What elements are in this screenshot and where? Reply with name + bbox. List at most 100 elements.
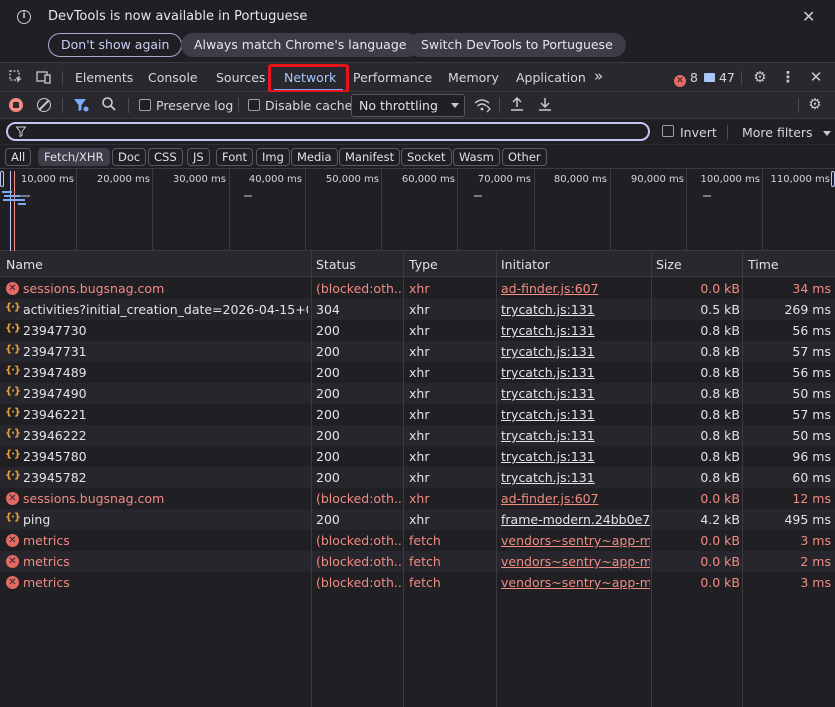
request-status: 200 [316, 323, 340, 338]
request-initiator-link[interactable]: trycatch.js:131 [501, 470, 650, 485]
tab-sources[interactable]: Sources [216, 70, 265, 85]
request-initiator-link[interactable]: trycatch.js:131 [501, 323, 650, 338]
devtools-tabbar: Elements Console Sources Network Perform… [0, 63, 835, 92]
disable-cache-checkbox[interactable] [248, 99, 260, 111]
match-language-button[interactable]: Always match Chrome's language [181, 33, 420, 57]
switch-language-button[interactable]: Switch DevTools to Portuguese [408, 33, 626, 57]
request-time: 34 ms [792, 281, 831, 296]
chip-fetch-xhr[interactable]: Fetch/XHR [38, 148, 110, 166]
table-row[interactable]: {·} activities?initial_creation_date=2026… [0, 299, 835, 320]
column-header-initiator[interactable]: Initiator [501, 257, 550, 272]
request-type: xhr [409, 449, 430, 464]
chip-media[interactable]: Media [291, 148, 338, 166]
table-row[interactable]: {·} 23946222 200 xhr trycatch.js:131 0.8 kB 50… [0, 425, 835, 446]
overview-right-handle[interactable] [831, 171, 835, 187]
chip-all[interactable]: All [5, 148, 32, 166]
chip-socket[interactable]: Socket [401, 148, 452, 166]
tab-performance[interactable]: Performance [353, 70, 432, 85]
request-status: (blocked:oth... [316, 281, 402, 296]
request-initiator-link[interactable]: vendors~sentry~app-modern [501, 575, 650, 590]
request-status: 200 [316, 365, 340, 380]
search-icon[interactable] [101, 96, 117, 112]
overview-tick-label: 60,000 ms [401, 174, 455, 185]
table-row[interactable]: {·} 23947489 200 xhr trycatch.js:131 0.8 kB 56… [0, 362, 835, 383]
request-size: 0.8 kB [700, 344, 740, 359]
table-row[interactable]: ✕ sessions.bugsnag.com (blocked:oth... xhr a… [0, 488, 835, 509]
request-initiator-link[interactable]: trycatch.js:131 [501, 344, 650, 359]
import-har-icon[interactable] [509, 96, 525, 112]
more-filters-button[interactable]: More filters [742, 125, 831, 140]
request-initiator-link[interactable]: trycatch.js:131 [501, 428, 650, 443]
invert-checkbox[interactable] [662, 125, 674, 137]
xhr-request-icon: {·} [5, 428, 21, 439]
network-settings-gear-icon[interactable]: ⚙ [807, 96, 823, 112]
column-header-name[interactable]: Name [6, 257, 43, 272]
table-row[interactable]: {·} 23947730 200 xhr trycatch.js:131 0.8 kB 56… [0, 320, 835, 341]
more-tabs-icon[interactable]: » [594, 67, 603, 85]
request-initiator-link[interactable]: trycatch.js:131 [501, 365, 650, 380]
request-time: 57 ms [792, 344, 831, 359]
table-row[interactable]: ✕ metrics (blocked:oth... fetch vendors~sent… [0, 572, 835, 593]
request-initiator-link[interactable]: trycatch.js:131 [501, 407, 650, 422]
network-overview-timeline[interactable]: 10,000 ms 20,000 ms 30,000 ms 40,000 ms … [0, 169, 835, 251]
chip-js[interactable]: JS [187, 148, 210, 166]
table-row[interactable]: {·} 23946221 200 xhr trycatch.js:131 0.8 kB 57… [0, 404, 835, 425]
chip-manifest[interactable]: Manifest [339, 148, 401, 166]
request-initiator-link[interactable]: trycatch.js:131 [501, 449, 650, 464]
error-icon: ✕ [674, 75, 686, 87]
tab-application[interactable]: Application [516, 70, 586, 85]
table-row[interactable]: ✕ sessions.bugsnag.com (blocked:oth... xhr a… [0, 278, 835, 299]
close-devtools-icon[interactable]: ✕ [808, 69, 824, 85]
stop-recording-button[interactable] [9, 98, 23, 112]
xhr-request-icon: {·} [5, 407, 21, 418]
column-header-status[interactable]: Status [316, 257, 356, 272]
xhr-request-icon: {·} [5, 512, 21, 523]
tab-elements[interactable]: Elements [75, 70, 133, 85]
network-conditions-icon[interactable] [473, 97, 491, 113]
error-count-badge[interactable]: ✕ 8 [674, 70, 698, 87]
request-initiator-link[interactable]: vendors~sentry~app-modern [501, 554, 650, 569]
request-initiator-link[interactable]: trycatch.js:131 [501, 302, 650, 317]
column-header-size[interactable]: Size [656, 257, 682, 272]
chip-css[interactable]: CSS [148, 148, 183, 166]
tab-console[interactable]: Console [148, 70, 198, 85]
export-har-icon[interactable] [537, 96, 553, 112]
column-header-type[interactable]: Type [409, 257, 438, 272]
table-row[interactable]: {·} 23945780 200 xhr trycatch.js:131 0.8 kB 96… [0, 446, 835, 467]
kebab-menu-icon[interactable]: ⋮ [780, 69, 796, 85]
request-type: fetch [409, 533, 441, 548]
request-initiator-link[interactable]: frame-modern.24bb0e79.js [501, 512, 650, 527]
chip-doc[interactable]: Doc [112, 148, 147, 166]
overview-left-handle[interactable] [0, 171, 4, 187]
request-initiator-link[interactable]: ad-finder.js:607 [501, 491, 650, 506]
message-count-badge[interactable]: 47 [704, 70, 735, 85]
filter-input[interactable] [6, 122, 650, 141]
settings-gear-icon[interactable]: ⚙ [752, 69, 768, 85]
request-initiator-link[interactable]: ad-finder.js:607 [501, 281, 650, 296]
overview-tick-label: 80,000 ms [553, 174, 607, 185]
table-row[interactable]: {·} 23947490 200 xhr trycatch.js:131 0.8 kB 50… [0, 383, 835, 404]
xhr-request-icon: {·} [5, 449, 21, 460]
chip-img[interactable]: Img [256, 148, 290, 166]
request-size: 0.8 kB [700, 365, 740, 380]
close-icon[interactable]: ✕ [802, 9, 815, 25]
chip-other[interactable]: Other [502, 148, 547, 166]
tab-memory[interactable]: Memory [448, 70, 499, 85]
chip-wasm[interactable]: Wasm [453, 148, 500, 166]
table-row[interactable]: ✕ metrics (blocked:oth... fetch vendors~sent… [0, 530, 835, 551]
table-row[interactable]: {·} 23945782 200 xhr trycatch.js:131 0.8 kB 60… [0, 467, 835, 488]
column-header-time[interactable]: Time [748, 257, 779, 272]
filter-funnel-icon[interactable] [73, 97, 89, 113]
preserve-log-checkbox[interactable] [139, 99, 151, 111]
table-row[interactable]: {·} 23947731 200 xhr trycatch.js:131 0.8 kB 57… [0, 341, 835, 362]
clear-icon[interactable] [37, 98, 51, 112]
throttling-select[interactable]: No throttling [351, 94, 465, 117]
chip-font[interactable]: Font [216, 148, 254, 166]
device-toolbar-icon[interactable] [36, 69, 52, 85]
inspect-element-icon[interactable] [8, 69, 24, 85]
request-initiator-link[interactable]: vendors~sentry~app-modern [501, 533, 650, 548]
table-row[interactable]: ✕ metrics (blocked:oth... fetch vendors~sent… [0, 551, 835, 572]
table-row[interactable]: {·}ping 200 xhr frame-modern.24bb0e79.js 4.2… [0, 509, 835, 530]
dont-show-again-button[interactable]: Don't show again [48, 33, 183, 57]
request-initiator-link[interactable]: trycatch.js:131 [501, 386, 650, 401]
